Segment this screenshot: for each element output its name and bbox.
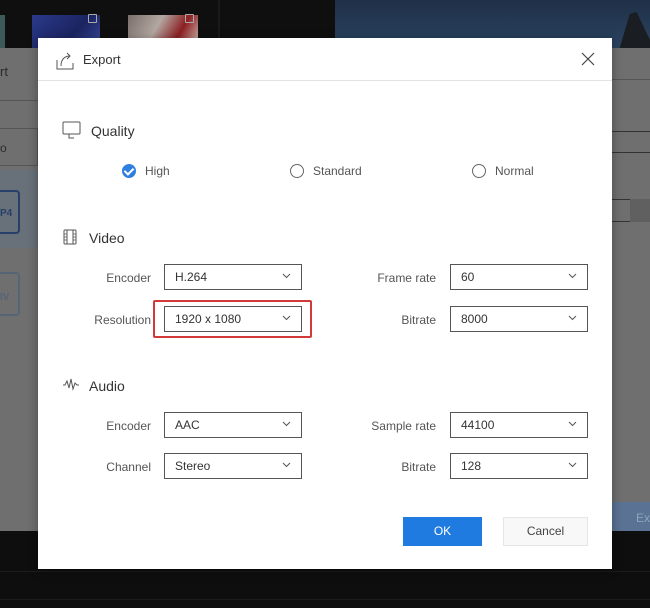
chevron-down-icon — [282, 421, 291, 427]
divider — [612, 152, 650, 153]
chevron-down-icon — [568, 421, 577, 427]
chevron-down-icon — [282, 273, 291, 279]
radio-unchecked-icon — [290, 164, 304, 178]
settings-button[interactable] — [630, 199, 650, 222]
sample-rate-label: Sample rate — [371, 419, 436, 433]
waveform-icon — [63, 378, 79, 391]
app-window: rt o P4 IV Exp Export — [0, 0, 650, 608]
divider — [612, 79, 650, 80]
radio-checked-icon — [122, 164, 136, 178]
select-value: 128 — [461, 459, 482, 473]
export-button-label: Exp — [636, 511, 650, 525]
divider — [612, 131, 650, 132]
chevron-down-icon — [568, 462, 577, 468]
sample-rate-select[interactable]: 44100 — [450, 412, 588, 438]
monitor-icon — [62, 121, 81, 139]
radio-label: Standard — [313, 164, 362, 178]
export-dialog: Export Quality High Standard Normal Vide… — [38, 38, 612, 569]
select-value: H.264 — [175, 270, 208, 284]
timeline-track — [0, 571, 650, 572]
format-label: IV — [0, 292, 10, 303]
cancel-button[interactable]: Cancel — [503, 517, 588, 546]
radio-normal[interactable]: Normal — [472, 164, 534, 178]
dialog-title: Export — [83, 52, 121, 67]
select-value: 44100 — [461, 418, 495, 432]
export-icon — [56, 52, 74, 70]
video-bitrate-select[interactable]: 8000 — [450, 306, 588, 332]
channel-select[interactable]: Stereo — [164, 453, 302, 479]
resolution-select[interactable]: 1920 x 1080 — [164, 306, 302, 332]
divider — [0, 100, 38, 101]
video-encoder-label: Encoder — [106, 271, 151, 285]
audio-bitrate-select[interactable]: 128 — [450, 453, 588, 479]
frame-rate-label: Frame rate — [377, 271, 436, 285]
chevron-down-icon — [568, 273, 577, 279]
audio-encoder-select[interactable]: AAC — [164, 412, 302, 438]
section-title-audio: Audio — [89, 378, 125, 394]
film-icon — [63, 229, 77, 245]
media-thumbnail[interactable] — [0, 15, 5, 48]
panel-title: rt — [0, 64, 8, 79]
chevron-down-icon — [568, 315, 577, 321]
tab-label: o — [0, 141, 7, 155]
radio-unchecked-icon — [472, 164, 486, 178]
ok-button[interactable]: OK — [403, 517, 482, 546]
channel-label: Channel — [106, 460, 151, 474]
radio-label: Normal — [495, 164, 534, 178]
select-value: 1920 x 1080 — [175, 312, 242, 326]
chevron-down-icon — [282, 462, 291, 468]
audio-encoder-label: Encoder — [106, 419, 151, 433]
select-value: Stereo — [175, 459, 211, 473]
close-icon[interactable] — [580, 51, 596, 67]
section-title-quality: Quality — [91, 123, 135, 139]
settings-field[interactable] — [612, 199, 630, 222]
select-value: 8000 — [461, 312, 488, 326]
audio-bitrate-label: Bitrate — [401, 460, 436, 474]
resolution-label: Resolution — [94, 313, 151, 327]
radio-label: High — [145, 164, 170, 178]
radio-standard[interactable]: Standard — [290, 164, 362, 178]
select-value: AAC — [175, 418, 200, 432]
timeline-track — [0, 599, 650, 600]
video-encoder-select[interactable]: H.264 — [164, 264, 302, 290]
dialog-header: Export — [38, 38, 612, 81]
frame-rate-select[interactable]: 60 — [450, 264, 588, 290]
format-label: P4 — [0, 208, 13, 219]
chevron-down-icon — [282, 315, 291, 321]
select-value: 60 — [461, 270, 475, 284]
video-bitrate-label: Bitrate — [401, 313, 436, 327]
clip-icon — [88, 14, 97, 23]
section-title-video: Video — [89, 230, 125, 246]
clip-icon — [185, 14, 194, 23]
radio-high[interactable]: High — [122, 164, 170, 178]
